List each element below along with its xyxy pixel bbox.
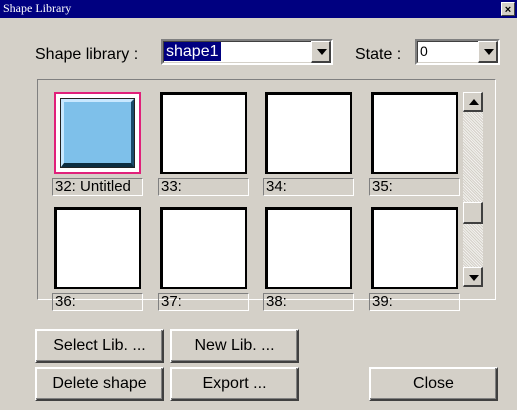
shape-thumbnail[interactable]	[54, 207, 141, 289]
shape-library-dialog: Shape Library × Shape library : shape1 S…	[0, 0, 517, 410]
shape-scrollbar[interactable]	[463, 92, 483, 287]
close-button[interactable]: Close	[369, 367, 498, 401]
shape-thumbnail[interactable]	[160, 92, 247, 174]
window-title: Shape Library	[3, 1, 72, 15]
shape-thumbnail[interactable]	[265, 207, 352, 289]
shape-caption: 34:	[263, 178, 354, 196]
shape-grid: 32: Untitled 33: 34: 35: 36: 37: 38: 39:	[50, 92, 464, 314]
new-lib-button[interactable]: New Lib. ...	[170, 329, 299, 363]
shape-library-label: Shape library :	[35, 46, 139, 63]
select-lib-button[interactable]: Select Lib. ...	[35, 329, 164, 363]
delete-shape-button[interactable]: Delete shape	[35, 367, 164, 401]
close-icon[interactable]: ×	[501, 2, 515, 16]
shape-caption: 32: Untitled	[52, 178, 143, 196]
shape-library-select[interactable]: shape1	[161, 39, 333, 65]
state-label: State :	[355, 46, 402, 63]
state-value: 0	[420, 43, 428, 59]
shape-caption: 37:	[158, 293, 249, 311]
shape-thumbnail[interactable]	[160, 207, 247, 289]
shape-library-value: shape1	[164, 42, 221, 61]
arrow-up-icon[interactable]	[463, 92, 483, 112]
shape-thumbnail[interactable]	[54, 92, 141, 174]
shape-thumbnail[interactable]	[265, 92, 352, 174]
export-button[interactable]: Export ...	[170, 367, 299, 401]
title-bar[interactable]: Shape Library ×	[0, 0, 517, 18]
scrollbar-thumb[interactable]	[463, 202, 483, 224]
shape-caption: 35:	[369, 178, 460, 196]
state-select[interactable]: 0	[415, 39, 500, 65]
shape-caption: 33:	[158, 178, 249, 196]
shape-caption: 36:	[52, 293, 143, 311]
shape-thumbnail[interactable]	[371, 92, 458, 174]
shape-caption: 39:	[369, 293, 460, 311]
chevron-down-icon[interactable]	[311, 41, 331, 63]
shape-caption: 38:	[263, 293, 354, 311]
chevron-down-icon[interactable]	[478, 41, 498, 63]
shape-thumbnail[interactable]	[371, 207, 458, 289]
shape-preview	[60, 98, 135, 168]
arrow-down-icon[interactable]	[463, 267, 483, 287]
